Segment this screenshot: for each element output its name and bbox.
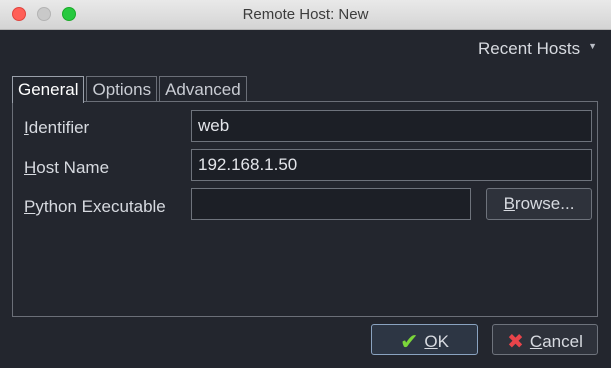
recent-hosts-label: Recent Hosts (478, 39, 581, 58)
ok-button[interactable]: ✔ OK (371, 324, 478, 355)
tab-advanced[interactable]: Advanced (159, 76, 247, 102)
host-name-field[interactable]: 192.168.1.50 (191, 149, 592, 181)
identifier-label: Identifier (24, 118, 90, 137)
caret-down-icon: ▼ (588, 41, 597, 51)
recent-hosts-menu[interactable]: Recent Hosts ▼ (478, 39, 597, 59)
window-title: Remote Host: New (242, 6, 369, 23)
host-name-label: Host Name (24, 158, 110, 177)
x-icon: ✖ (507, 331, 524, 353)
remote-host-dialog: Remote Host: New Recent Hosts ▼ General O… (0, 0, 611, 368)
tab-general[interactable]: General (12, 76, 85, 103)
cancel-button[interactable]: ✖ Cancel (492, 324, 598, 355)
checkmark-icon: ✔ (399, 329, 419, 354)
python-executable-field[interactable] (191, 188, 471, 220)
tab-bar: General Options Advanced (12, 76, 249, 103)
tab-options[interactable]: Options (86, 76, 158, 102)
title-bar: Remote Host: New (0, 0, 611, 30)
browse-button[interactable]: Browse... (486, 188, 592, 220)
identifier-field[interactable]: web (191, 110, 592, 142)
python-executable-label: Python Executable (24, 197, 166, 216)
